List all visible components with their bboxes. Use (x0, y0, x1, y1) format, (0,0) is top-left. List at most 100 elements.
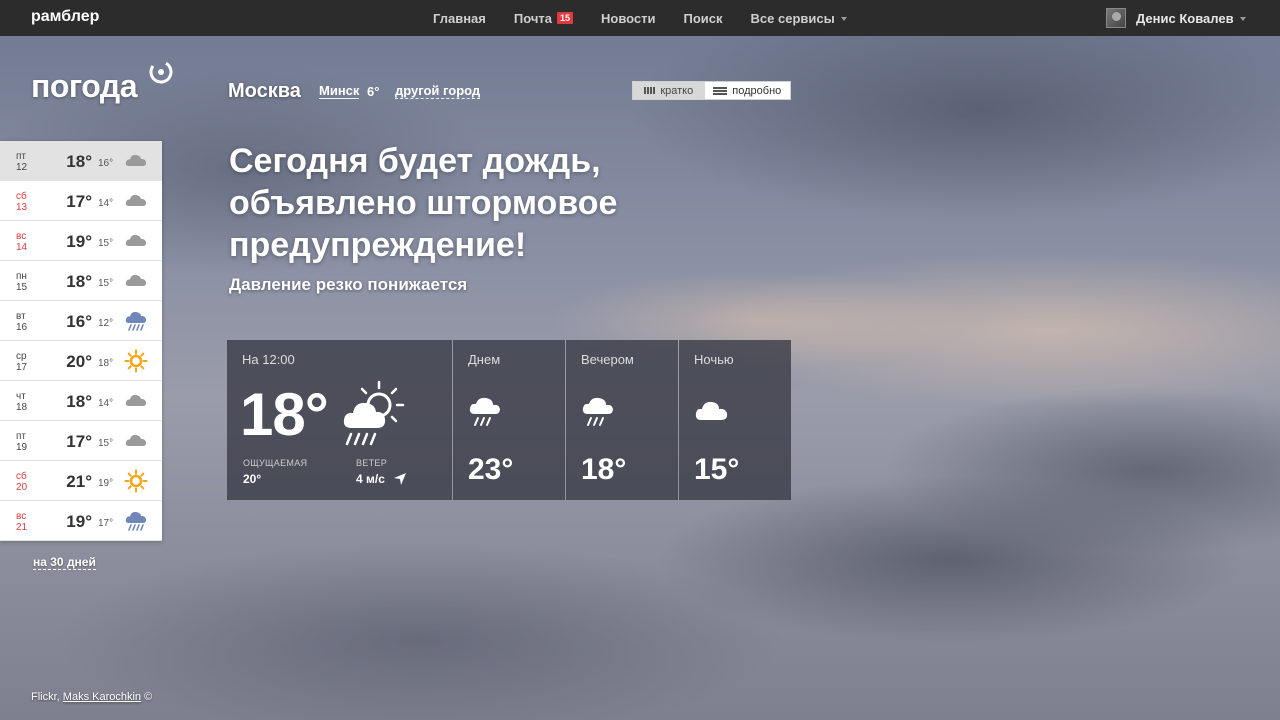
weather-logo[interactable]: погода (31, 68, 138, 105)
day-list: пт 12 18° 16° сб 13 17° 14° вс 14 19° 15° пн 15 18° 15°… (0, 141, 162, 541)
forecast-panel: На 12:00 18° ОЩУЩАЕМАЯ 20° ВЕТЕР 4 м/с Д… (227, 340, 791, 500)
credit-author-link[interactable]: Maks Karochkin (63, 691, 141, 703)
view-detailed-button[interactable]: подробно (705, 82, 790, 99)
day-of-week: вс (16, 231, 27, 242)
day-high-temp: 18° (66, 152, 92, 171)
columns-icon (644, 87, 656, 94)
day-part-label: Днем (468, 352, 501, 367)
rambler-logo[interactable]: рамблер (31, 8, 99, 26)
day-number: 14 (16, 242, 28, 253)
cloud-icon (124, 229, 148, 253)
wind-label: ВЕТЕР (356, 458, 388, 468)
view-detailed-label: подробно (732, 84, 782, 97)
cloud-icon (124, 269, 148, 293)
nav-search-label: Поиск (683, 10, 723, 26)
day-number: 16 (16, 322, 28, 333)
day-high-temp: 20° (66, 352, 92, 371)
feels-like-value: 20° (243, 472, 262, 486)
day-low-temp: 17° (98, 518, 114, 529)
nav-mail-label: Почта (513, 10, 552, 26)
cloud-icon (124, 149, 148, 173)
rain-icon (582, 397, 613, 426)
view-toggle: кратко подробно (632, 81, 791, 100)
alt-city-temp: 6° (367, 84, 380, 99)
nav-search[interactable]: Поиск (684, 11, 723, 26)
nav-news-label: Новости (601, 10, 656, 26)
day-row[interactable]: ср 17 20° 18° (0, 341, 162, 381)
day-of-week: сб (16, 471, 27, 482)
user-menu[interactable]: Денис Ковалев (1106, 0, 1246, 36)
day-low-temp: 15° (98, 438, 114, 449)
day-number: 12 (16, 162, 28, 173)
day-low-temp: 19° (98, 478, 114, 489)
mail-count-badge: 15 (556, 12, 573, 24)
day-number: 13 (16, 202, 28, 213)
day-row[interactable]: сб 13 17° 14° (0, 181, 162, 221)
day-row[interactable]: пт 12 18° 16° (0, 141, 162, 181)
day-number: 17 (16, 362, 28, 373)
night-part-cell: Ночью 15° (679, 340, 791, 500)
rain-icon (124, 309, 148, 333)
day-part-cell: Днем 23° (453, 340, 565, 500)
current-time-label: На 12:00 (242, 352, 295, 367)
day-of-week: вс (16, 511, 27, 522)
evening-part-label: Вечером (581, 352, 634, 367)
day-low-temp: 14° (98, 398, 114, 409)
day-number: 20 (16, 482, 28, 493)
day-of-week: чт (16, 391, 26, 402)
sun-icon (124, 349, 148, 373)
day-high-temp: 21° (66, 472, 92, 491)
avatar (1106, 8, 1126, 28)
day-high-temp: 16° (66, 312, 92, 331)
nav-main-label: Главная (433, 10, 486, 26)
alt-city-link[interactable]: Минск (319, 84, 360, 99)
photo-credit: Flickr, Maks Karochkin © (31, 691, 152, 703)
day-row[interactable]: сб 20 21° 19° (0, 461, 162, 501)
nav-all-services-label: Все сервисы (750, 10, 835, 26)
day-of-week: сб (16, 191, 27, 202)
day-number: 21 (16, 522, 28, 533)
rain-icon (124, 509, 148, 533)
month-forecast-link[interactable]: на 30 дней (33, 555, 96, 570)
night-part-label: Ночью (694, 352, 734, 367)
evening-part-cell: Вечером 18° (566, 340, 678, 500)
day-row[interactable]: пн 15 18° 15° (0, 261, 162, 301)
cloud-icon (124, 189, 148, 213)
day-low-temp: 15° (98, 278, 114, 289)
view-short-button[interactable]: кратко (633, 82, 705, 99)
wind-direction-icon (394, 473, 406, 485)
day-part-temp: 23° (468, 453, 514, 486)
day-high-temp: 17° (66, 192, 92, 211)
day-low-temp: 18° (98, 358, 114, 369)
nav-all-services[interactable]: Все сервисы (751, 11, 847, 26)
nav-mail[interactable]: Почта 15 (514, 11, 573, 26)
view-short-label: кратко (660, 84, 694, 97)
day-low-temp: 14° (98, 198, 114, 209)
cloud-icon (124, 389, 148, 413)
sun-icon (124, 469, 148, 493)
day-high-temp: 18° (66, 392, 92, 411)
other-city-link[interactable]: другой город (395, 84, 481, 99)
day-of-week: пт (16, 151, 26, 162)
day-high-temp: 18° (66, 272, 92, 291)
day-row[interactable]: пт 19 17° 15° (0, 421, 162, 461)
day-number: 19 (16, 442, 28, 453)
user-name: Денис Ковалев (1136, 10, 1234, 26)
day-row[interactable]: вс 14 19° 15° (0, 221, 162, 261)
day-row[interactable]: вт 16 16° 12° (0, 301, 162, 341)
day-row[interactable]: вс 21 19° 17° (0, 501, 162, 541)
day-row[interactable]: чт 18 18° 14° (0, 381, 162, 421)
evening-part-temp: 18° (581, 453, 627, 486)
credit-copyright: © (144, 691, 153, 703)
top-bar: рамблер Главная Почта 15 Новости Поиск Вс… (0, 0, 1280, 36)
clock-logo-icon (149, 60, 173, 84)
top-nav: Главная Почта 15 Новости Поиск Все сервис… (433, 0, 875, 36)
day-of-week: ср (16, 351, 27, 362)
wind-value: 4 м/с (356, 472, 385, 486)
day-low-temp: 15° (98, 238, 114, 249)
chevron-down-icon (840, 17, 847, 21)
current-city: Москва (228, 80, 301, 102)
day-of-week: вт (16, 311, 26, 322)
nav-news[interactable]: Новости (601, 11, 656, 26)
nav-main[interactable]: Главная (433, 11, 486, 26)
